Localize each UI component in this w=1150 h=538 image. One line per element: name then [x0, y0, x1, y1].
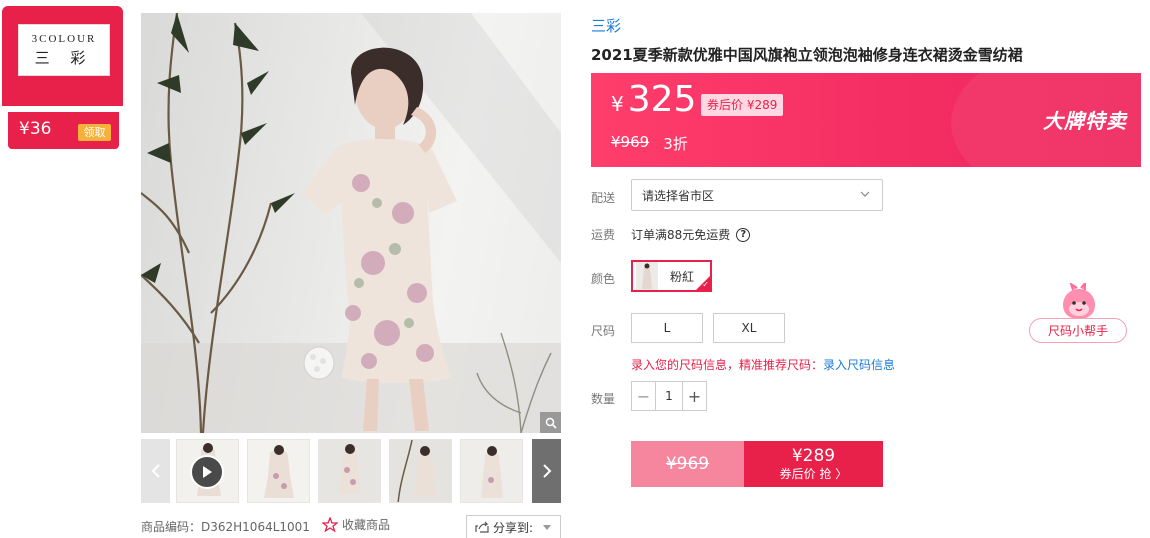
chevron-left-icon [151, 464, 160, 478]
brand-link[interactable]: 三彩 [591, 15, 621, 36]
color-swatch-image [636, 262, 658, 290]
brand-logo-line2: 三 彩 [34, 48, 94, 67]
color-option-label: 粉紅 [670, 269, 695, 284]
product-title: 2021夏季新款优雅中国风旗袍立领泡泡袖修身连衣裙烫金雪纺裙 [591, 46, 1023, 64]
shipping-info: 订单满88元免运费 ? [631, 226, 751, 243]
share-label: 分享到: [493, 520, 534, 535]
size-option-l[interactable]: L [631, 313, 703, 343]
coupon-amount: ¥36 [19, 119, 52, 139]
favorite-button[interactable]: 收藏商品 [322, 516, 390, 533]
buy-original-price: ¥969 [631, 441, 744, 487]
thumbnail-4[interactable] [389, 439, 452, 503]
promo-tag: 大牌特卖 [1043, 109, 1127, 133]
brand-coupon-card: 3COLOUR 三 彩 ¥36 领取 [2, 6, 123, 149]
quantity-increase-button[interactable]: + [683, 382, 706, 410]
buy-price: ¥289 [791, 446, 836, 466]
thumbnail-video[interactable] [176, 439, 239, 503]
play-icon[interactable] [190, 455, 224, 489]
zoom-icon[interactable] [540, 412, 561, 433]
chevron-down-icon [860, 191, 870, 197]
size-label: 尺码 [591, 324, 616, 338]
discount-label: 3折 [663, 135, 688, 153]
coupon-strip: ¥36 领取 [8, 112, 119, 149]
chevron-right-icon [542, 464, 551, 478]
color-option-pink[interactable]: 粉紅 ✓ [631, 260, 712, 292]
region-select[interactable]: 请选择省市区 [631, 179, 883, 211]
check-icon: ✓ [702, 280, 709, 289]
quantity-value[interactable]: 1 [655, 382, 683, 410]
favorite-label: 收藏商品 [342, 518, 391, 532]
size-helper-button[interactable]: 尺码小帮手 [1029, 318, 1127, 343]
buy-action-label: 券后价 抢 〉 [779, 467, 848, 481]
star-icon [322, 517, 338, 532]
shipping-text: 订单满88元免运费 [631, 228, 731, 242]
product-sku: 商品编码：D362H1064L1001 [141, 520, 310, 534]
quantity-decrease-button[interactable]: − [632, 382, 655, 410]
help-icon[interactable]: ? [736, 227, 751, 242]
color-label: 颜色 [591, 272, 616, 286]
after-coupon-badge: 券后价 ¥289 [701, 94, 784, 116]
shipping-label: 运费 [591, 228, 616, 242]
original-price: ¥969 [611, 133, 650, 151]
size-helper-widget[interactable]: 尺码小帮手 [1029, 283, 1127, 343]
main-product-image[interactable] [141, 13, 561, 433]
caret-down-icon [543, 524, 552, 530]
brand-logo[interactable]: 3COLOUR 三 彩 [18, 24, 110, 76]
thumbnail-5[interactable] [460, 439, 523, 503]
region-select-value: 请选择省市区 [642, 188, 715, 203]
claim-coupon-button[interactable]: 领取 [78, 124, 111, 141]
share-button[interactable]: 分享到: [466, 515, 561, 538]
buy-bar: ¥969 ¥289 券后价 抢 〉 [631, 441, 883, 487]
buy-now-button[interactable]: ¥289 券后价 抢 〉 [744, 441, 883, 487]
mascot-icon [1063, 283, 1095, 319]
thumb-next-button[interactable] [532, 439, 561, 503]
size-option-xl[interactable]: XL [713, 313, 785, 343]
delivery-label: 配送 [591, 191, 616, 205]
currency-symbol: ¥ [611, 92, 624, 116]
share-icon [475, 521, 489, 533]
original-price-row: ¥969 3折 [611, 133, 688, 154]
brand-logo-line1: 3COLOUR [31, 32, 97, 45]
size-tip: 录入您的尺码信息，精准推荐尺码：录入尺码信息 [631, 356, 895, 373]
quantity-stepper: − 1 + [631, 381, 707, 411]
current-price-value: 325 [627, 79, 697, 120]
current-price: ¥ 325 [611, 79, 696, 120]
coupon-divider [8, 110, 119, 111]
thumbnail-3[interactable] [318, 439, 381, 503]
quantity-label: 数量 [591, 392, 616, 406]
enter-size-link[interactable]: 录入尺码信息 [823, 358, 895, 372]
thumbnail-2[interactable] [247, 439, 310, 503]
thumb-prev-button[interactable] [141, 439, 170, 503]
size-tip-text: 录入您的尺码信息，精准推荐尺码： [631, 358, 824, 372]
price-banner: ¥ 325 券后价 ¥289 ¥969 3折 大牌特卖 [591, 73, 1141, 167]
product-photo [141, 13, 561, 433]
brand-card-header: 3COLOUR 三 彩 [2, 6, 123, 106]
